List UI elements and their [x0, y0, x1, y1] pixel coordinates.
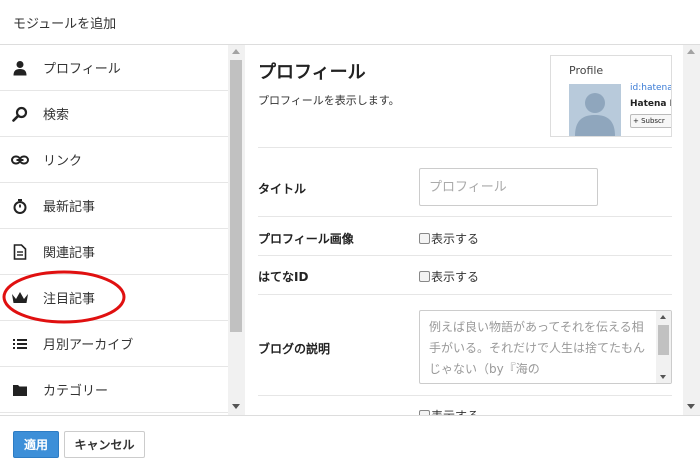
module-settings-panel: プロフィール プロフィールを表示します。 Profile id:hatena H… [245, 45, 683, 415]
user-icon [11, 59, 29, 77]
divider [258, 255, 672, 256]
scroll-down-arrow-icon[interactable] [687, 404, 695, 409]
main-scrollbar[interactable] [683, 45, 700, 415]
crown-icon [11, 289, 29, 307]
hatena-id-checkbox[interactable]: 表示する [419, 268, 479, 285]
scroll-up-arrow-icon[interactable] [660, 315, 666, 319]
blog-description-label: ブログの説明 [258, 342, 331, 356]
next-checkbox[interactable]: 表示する [419, 407, 479, 415]
sidebar-item-label: 関連記事 [43, 246, 96, 261]
scroll-down-arrow-icon[interactable] [660, 375, 666, 379]
checkbox-box[interactable] [419, 271, 430, 282]
preview-user-name: Hatena B [630, 99, 672, 109]
sidebar-item-monthly-archive[interactable]: 月別アーカイブ [0, 321, 228, 367]
sidebar-item-label: 月別アーカイブ [43, 338, 134, 353]
document-icon [11, 243, 29, 261]
sidebar-item-featured-posts[interactable]: 注目記事 [0, 275, 228, 321]
textarea-placeholder: 例えば良い物語があってそれを伝える相手がいる。それだけで人生は捨てたもんじゃない… [429, 320, 646, 376]
sidebar-item-profile[interactable]: プロフィール [0, 45, 228, 91]
checkbox-label: 表示する [431, 407, 479, 415]
profile-image-checkbox[interactable]: 表示する [419, 230, 479, 247]
divider [258, 294, 672, 295]
title-input[interactable] [419, 168, 598, 206]
sidebar-item-related-posts[interactable]: 関連記事 [0, 229, 228, 275]
sidebar-scrollbar[interactable] [228, 45, 245, 415]
sidebar-item-search[interactable]: 検索 [0, 91, 228, 137]
divider [258, 147, 672, 148]
sidebar-item-label: カテゴリー [43, 384, 109, 399]
module-description: プロフィールを表示します。 [258, 94, 400, 107]
profile-image-label: プロフィール画像 [258, 232, 354, 246]
scrollbar-thumb[interactable] [230, 60, 242, 332]
stopwatch-icon [11, 197, 29, 215]
module-title: プロフィール [258, 62, 366, 83]
divider [258, 216, 672, 217]
module-sidebar: プロフィール 検索 リンク 最新記事 関連記事 注目記事 月別アーカイブ カテゴ… [0, 45, 228, 415]
scrollbar-thumb[interactable] [658, 325, 669, 355]
blog-description-textarea[interactable]: 例えば良い物語があってそれを伝える相手がいる。それだけで人生は捨てたもんじゃない… [419, 310, 672, 384]
link-icon [11, 151, 29, 169]
preview-subscribe-button: + Subscr [630, 114, 671, 128]
textarea-scrollbar[interactable] [656, 311, 671, 383]
sidebar-item-recent-posts[interactable]: 最新記事 [0, 183, 228, 229]
title-label: タイトル [258, 182, 307, 196]
checkbox-label: 表示する [431, 270, 480, 284]
preview-title: Profile [569, 64, 604, 77]
sidebar-item-label: 検索 [43, 108, 70, 123]
list-icon [11, 335, 29, 353]
sidebar-item-category[interactable]: カテゴリー [0, 367, 228, 413]
sidebar-item-label: リンク [43, 154, 83, 169]
sidebar-item-label: 注目記事 [43, 292, 96, 307]
checkbox-box[interactable] [419, 233, 430, 244]
sidebar-item-label: 最新記事 [43, 200, 96, 215]
search-icon [11, 105, 29, 123]
folder-icon [11, 381, 29, 399]
avatar [569, 84, 621, 136]
checkbox-label: 表示する [431, 232, 480, 246]
cancel-button[interactable]: キャンセル [64, 431, 145, 458]
scroll-down-arrow-icon[interactable] [232, 404, 240, 409]
divider [258, 395, 672, 396]
preview-user-id: id:hatena [630, 83, 672, 93]
dialog-footer: 適用 キャンセル [0, 415, 700, 463]
dialog-title: モジュールを追加 [13, 17, 117, 32]
scroll-up-arrow-icon[interactable] [687, 49, 695, 54]
apply-button[interactable]: 適用 [13, 431, 59, 458]
dialog-header: モジュールを追加 [0, 0, 700, 45]
hatena-id-label: はてなID [258, 270, 309, 284]
sidebar-item-link[interactable]: リンク [0, 137, 228, 183]
profile-preview: Profile id:hatena Hatena B + Subscr [550, 55, 672, 137]
scroll-up-arrow-icon[interactable] [232, 49, 240, 54]
sidebar-item-label: プロフィール [43, 62, 121, 77]
